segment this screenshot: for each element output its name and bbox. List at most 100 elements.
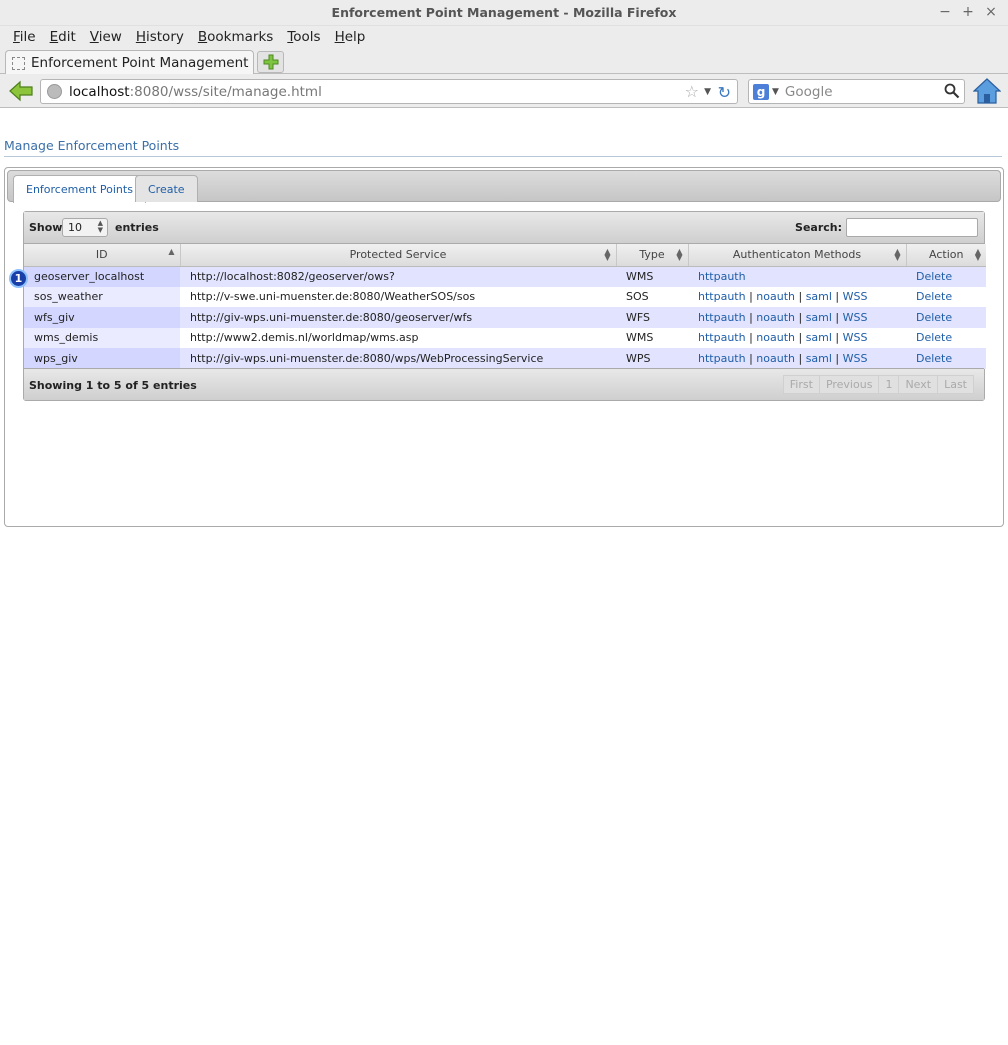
auth-method-link[interactable]: saml: [806, 311, 832, 324]
cell-id-text: geoserver_localhost: [34, 270, 145, 283]
cell-type: WMS: [616, 266, 688, 287]
url-path: :8080/wss/site/manage.html: [129, 83, 322, 100]
cell-type: SOS: [616, 286, 688, 307]
table-search-input[interactable]: [846, 218, 978, 237]
minimize-icon[interactable]: −: [937, 3, 953, 21]
separator: |: [745, 290, 757, 304]
pager-previous[interactable]: Previous: [818, 375, 880, 394]
auth-method-link[interactable]: httpauth: [698, 352, 746, 365]
search-label: Search:: [795, 221, 842, 234]
globe-icon: [47, 84, 62, 99]
browser-tab-title: Enforcement Point Management: [31, 55, 249, 71]
cell-auth-methods: httpauth: [688, 266, 906, 287]
column-header-service-label: Protected Service: [349, 248, 447, 262]
column-header-action[interactable]: Action ▲ ▼: [906, 244, 986, 267]
delete-link[interactable]: Delete: [916, 331, 952, 344]
address-bar[interactable]: localhost:8080/wss/site/manage.html ☆ ▼ …: [40, 79, 738, 104]
page-title: Manage Enforcement Points: [4, 138, 180, 153]
auth-method-link[interactable]: httpauth: [698, 270, 746, 283]
cell-type: WPS: [616, 348, 688, 369]
auth-method-link[interactable]: WSS: [843, 331, 868, 344]
pager-first[interactable]: First: [782, 375, 820, 394]
auth-method-link[interactable]: WSS: [843, 311, 868, 324]
auth-method-link[interactable]: WSS: [843, 352, 868, 365]
pager-next[interactable]: Next: [898, 375, 939, 394]
column-header-type[interactable]: Type ▲ ▼: [616, 244, 689, 267]
menu-bookmarks[interactable]: Bookmarks: [198, 29, 273, 45]
maximize-icon[interactable]: +: [960, 3, 976, 21]
window-title: Enforcement Point Management - Mozilla F…: [331, 5, 677, 20]
column-header-service[interactable]: Protected Service ▲ ▼: [180, 244, 617, 267]
separator: |: [794, 290, 806, 304]
cell-id: wfs_giv: [24, 307, 180, 328]
cell-auth-methods: httpauth | noauth | saml | WSS: [688, 327, 906, 348]
auth-method-link[interactable]: noauth: [756, 290, 795, 303]
auth-method-link[interactable]: noauth: [756, 331, 795, 344]
auth-method-link[interactable]: noauth: [756, 352, 795, 365]
cell-id: wms_demis: [24, 327, 180, 348]
menu-tools[interactable]: Tools: [287, 29, 320, 45]
bookmark-star-icon[interactable]: ☆: [685, 82, 699, 101]
cell-auth-methods: httpauth | noauth | saml | WSS: [688, 286, 906, 307]
auth-method-link[interactable]: httpauth: [698, 331, 746, 344]
menu-file[interactable]: File: [13, 29, 36, 45]
cell-type: WFS: [616, 307, 688, 328]
navigation-toolbar: localhost:8080/wss/site/manage.html ☆ ▼ …: [0, 74, 1008, 108]
delete-link[interactable]: Delete: [916, 290, 952, 303]
datatable-header-bar: Show 10 ▲ ▼ entries Search:: [24, 212, 984, 244]
column-header-action-label: Action: [929, 248, 964, 262]
new-tab-button[interactable]: [257, 51, 284, 73]
tabs-nav: Enforcement Points Create: [7, 170, 1001, 203]
tab-create[interactable]: Create: [135, 175, 198, 202]
url-host: localhost: [69, 83, 130, 100]
browser-tab[interactable]: Enforcement Point Management: [5, 50, 254, 75]
separator: |: [745, 331, 757, 345]
search-bar[interactable]: g ▼ Google: [748, 79, 965, 104]
search-placeholder: Google: [784, 83, 833, 100]
spinner-arrows-icon[interactable]: ▲ ▼: [98, 220, 103, 234]
auth-method-link[interactable]: httpauth: [698, 290, 746, 303]
tab-enforcement-points[interactable]: Enforcement Points: [13, 175, 146, 203]
step-marker-badge: 1: [9, 268, 28, 288]
page-favicon-icon: [12, 56, 25, 70]
cell-action: Delete: [906, 327, 986, 348]
pager-page-1[interactable]: 1: [878, 375, 900, 394]
separator: |: [794, 351, 806, 365]
menu-edit[interactable]: Edit: [50, 29, 76, 45]
page-length-select[interactable]: 10 ▲ ▼: [62, 218, 108, 237]
cell-action: Delete: [906, 348, 986, 369]
auth-method-link[interactable]: saml: [806, 331, 832, 344]
reload-icon[interactable]: ↻: [718, 83, 731, 102]
pagination: First Previous 1 Next Last: [782, 375, 974, 394]
page-length-value: 10: [68, 221, 82, 234]
column-header-methods[interactable]: Authenticaton Methods ▲ ▼: [688, 244, 907, 267]
sort-both-icon: ▲ ▼: [894, 247, 901, 262]
entries-label: entries: [115, 221, 159, 234]
auth-method-link[interactable]: noauth: [756, 311, 795, 324]
history-dropdown-icon[interactable]: ▼: [704, 87, 711, 97]
pager-last[interactable]: Last: [937, 375, 974, 394]
auth-method-link[interactable]: httpauth: [698, 311, 746, 324]
delete-link[interactable]: Delete: [916, 270, 952, 283]
magnifier-icon[interactable]: [944, 83, 960, 99]
home-icon[interactable]: [973, 77, 1001, 105]
delete-link[interactable]: Delete: [916, 352, 952, 365]
auth-method-link[interactable]: saml: [806, 352, 832, 365]
sort-ascending-icon: ▲: [168, 247, 175, 256]
delete-link[interactable]: Delete: [916, 311, 952, 324]
cell-service: http://v-swe.uni-muenster.de:8080/Weathe…: [180, 286, 616, 307]
engine-dropdown-icon[interactable]: ▼: [772, 87, 779, 97]
separator: |: [831, 351, 843, 365]
auth-method-link[interactable]: WSS: [843, 290, 868, 303]
menu-history[interactable]: History: [136, 29, 184, 45]
close-icon[interactable]: ×: [983, 3, 999, 21]
search-engine-icon[interactable]: g: [753, 83, 769, 100]
column-header-id[interactable]: ID ▲: [24, 244, 181, 267]
menu-view[interactable]: View: [90, 29, 122, 45]
menu-help[interactable]: Help: [335, 29, 366, 45]
separator: |: [831, 331, 843, 345]
back-arrow-icon[interactable]: [8, 80, 34, 102]
table-row: wfs_giv http://giv-wps.uni-muenster.de:80…: [24, 307, 986, 328]
sort-both-icon: ▲ ▼: [604, 247, 611, 262]
auth-method-link[interactable]: saml: [806, 290, 832, 303]
